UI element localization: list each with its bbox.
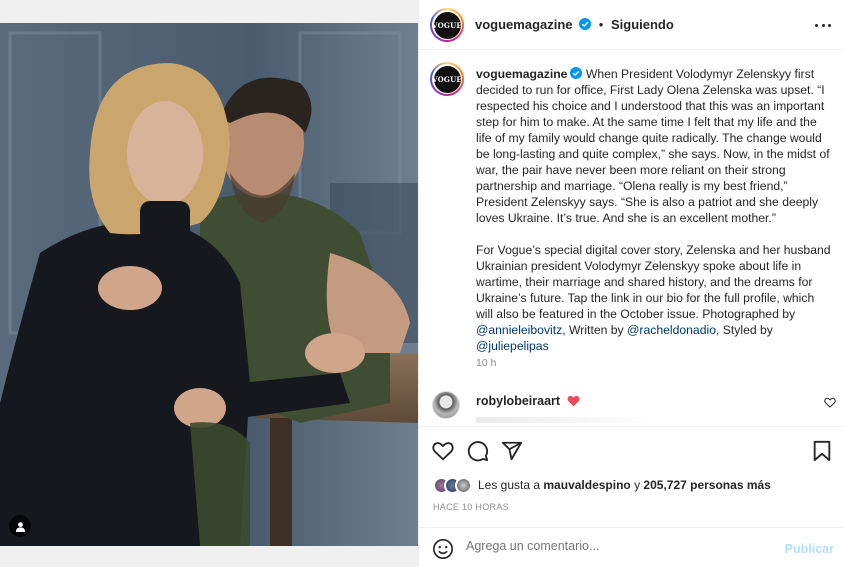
following-button[interactable]: Siguiendo xyxy=(611,17,674,32)
verified-icon xyxy=(579,18,592,30)
commenter-avatar[interactable] xyxy=(432,391,460,419)
comment-input[interactable] xyxy=(466,539,766,553)
action-bar xyxy=(419,426,844,470)
liker-username[interactable]: mauvaldespino xyxy=(543,478,630,492)
liker-avatar[interactable] xyxy=(455,476,472,494)
caption-avatar[interactable]: VOGUE xyxy=(430,62,464,96)
post-timestamp[interactable]: HACE 10 HORAS xyxy=(433,502,509,512)
share-icon[interactable] xyxy=(501,440,523,462)
vogue-logo: VOGUE xyxy=(432,11,462,39)
caption-written-by: , Written by xyxy=(562,323,628,337)
vogue-logo-small: VOGUE xyxy=(432,65,462,93)
post-sidebar: VOGUE voguemagazine • Siguiendo VOGUE vo… xyxy=(418,0,844,567)
header-username[interactable]: voguemagazine xyxy=(475,17,573,32)
verified-icon xyxy=(570,67,583,79)
caption-paragraph-2: For Vogue’s special digital cover story,… xyxy=(476,243,831,321)
mention-link[interactable]: @racheldonadio xyxy=(627,323,716,337)
likes-count[interactable]: 205,727 personas más xyxy=(643,478,770,492)
caption-username[interactable]: voguemagazine xyxy=(476,67,567,81)
add-comment-bar: Publicar xyxy=(419,527,844,567)
likes-middle: y xyxy=(630,478,644,492)
post-photo[interactable] xyxy=(0,23,418,546)
emoji-icon[interactable] xyxy=(432,538,454,560)
post-comment-button[interactable]: Publicar xyxy=(785,542,834,556)
likes-summary: Les gusta a mauvaldespino y 205,727 pers… xyxy=(433,474,771,496)
post-media xyxy=(0,0,418,567)
commenter-username[interactable]: robylobeiraart xyxy=(476,394,560,408)
comment-like-icon[interactable] xyxy=(824,397,836,408)
comment-item: robylobeiraart xyxy=(419,385,844,425)
post-header: VOGUE voguemagazine • Siguiendo xyxy=(419,0,844,50)
profile-avatar[interactable]: VOGUE xyxy=(430,8,464,42)
caption-styled-by: , Styled by xyxy=(715,323,773,337)
red-heart-icon xyxy=(567,395,580,407)
separator-dot: • xyxy=(598,17,604,32)
mention-link[interactable]: @juliepelipas xyxy=(476,339,549,353)
more-icon[interactable] xyxy=(813,15,833,35)
likes-prefix: Les gusta a xyxy=(478,478,544,492)
mention-link[interactable]: @annieleibovitz xyxy=(476,323,562,337)
comments-section: VOGUE voguemagazine When President Volod… xyxy=(419,51,844,425)
caption-paragraph-1: When President Volodymyr Zelenskyy first… xyxy=(476,67,830,225)
comment-icon[interactable] xyxy=(467,440,489,462)
user-tag-icon[interactable] xyxy=(9,515,31,537)
caption-time: 10 h xyxy=(476,357,497,369)
faded-text xyxy=(476,417,656,423)
bookmark-icon[interactable] xyxy=(811,440,833,462)
post-caption: voguemagazine When President Volodymyr Z… xyxy=(476,66,832,370)
heart-icon[interactable] xyxy=(432,440,454,462)
